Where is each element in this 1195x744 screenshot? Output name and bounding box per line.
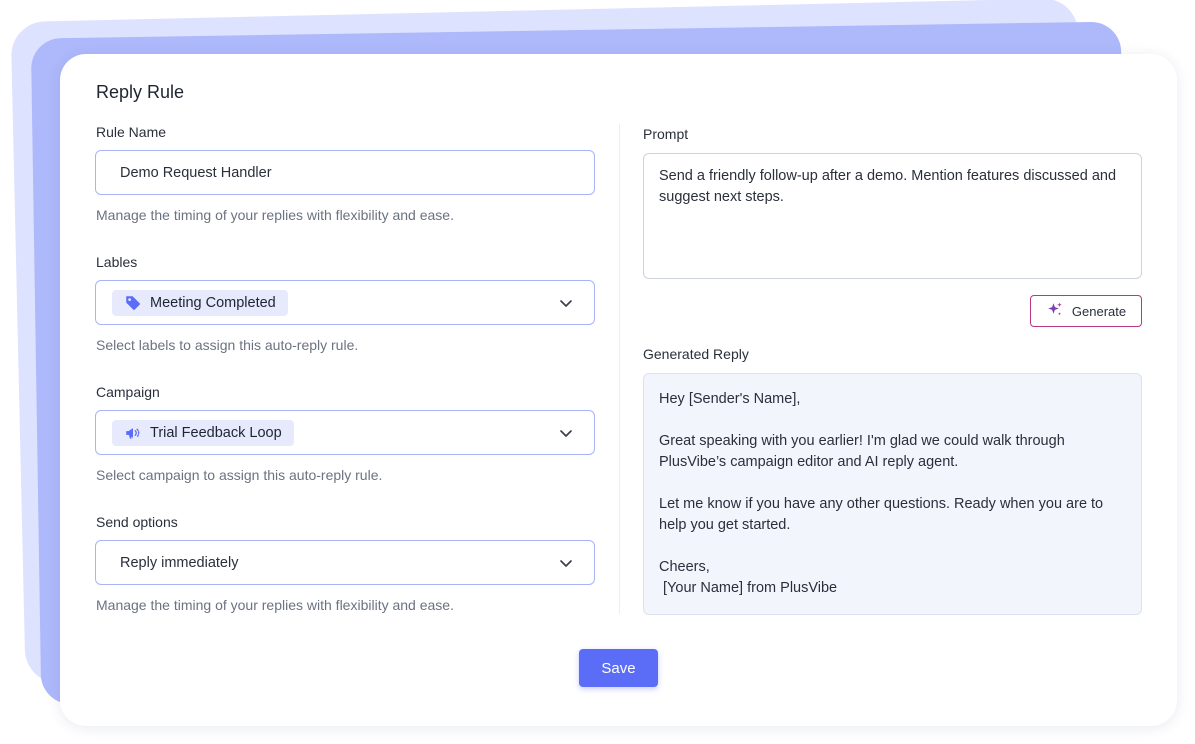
generate-button-label: Generate bbox=[1071, 303, 1127, 319]
rule-name-value: Demo Request Handler bbox=[120, 164, 272, 181]
labels-select[interactable]: Meeting Completed bbox=[95, 280, 595, 325]
column-divider bbox=[619, 124, 620, 614]
prompt-label: Prompt bbox=[643, 126, 689, 142]
chevron-down-icon[interactable] bbox=[558, 295, 574, 311]
reply-body-1: Great speaking with you earlier! I'm gla… bbox=[659, 433, 1065, 470]
page-title: Reply Rule bbox=[96, 82, 185, 102]
save-button[interactable]: Save bbox=[579, 649, 658, 687]
labels-label: Lables bbox=[96, 254, 138, 270]
send-options-select[interactable]: Reply immediately bbox=[95, 540, 595, 585]
campaign-helper: Select campaign to assign this auto-repl… bbox=[96, 467, 383, 483]
label-chip: Meeting Completed bbox=[112, 289, 288, 316]
reply-signoff: Cheers, bbox=[659, 559, 710, 575]
reply-signature: [Your Name] from PlusVibe bbox=[659, 580, 838, 596]
reply-greeting: Hey [Sender's Name], bbox=[659, 391, 801, 407]
prompt-textarea[interactable]: Send a friendly follow-up after a demo. … bbox=[643, 153, 1142, 279]
reply-rule-card: Reply Rule Rule Name Demo Request Handle… bbox=[60, 54, 1177, 726]
send-options-value: Reply immediately bbox=[120, 554, 239, 571]
chevron-down-icon[interactable] bbox=[558, 555, 574, 571]
labels-helper: Select labels to assign this auto-reply … bbox=[96, 337, 359, 353]
rule-name-input[interactable]: Demo Request Handler bbox=[95, 150, 595, 195]
campaign-label: Campaign bbox=[96, 384, 160, 400]
reply-body-2: Let me know if you have any other questi… bbox=[659, 496, 1104, 533]
generated-reply-label: Generated Reply bbox=[643, 346, 749, 362]
sparkle-icon bbox=[1046, 301, 1064, 322]
megaphone-icon bbox=[124, 424, 142, 442]
send-options-label: Send options bbox=[96, 514, 178, 530]
generate-button[interactable]: Generate bbox=[1030, 295, 1142, 327]
send-options-helper: Manage the timing of your replies with f… bbox=[96, 597, 454, 613]
campaign-chip-text: Trial Feedback Loop bbox=[150, 424, 282, 441]
campaign-select[interactable]: Trial Feedback Loop bbox=[95, 410, 595, 455]
campaign-chip: Trial Feedback Loop bbox=[112, 419, 294, 446]
rule-name-helper: Manage the timing of your replies with f… bbox=[96, 207, 454, 223]
chevron-down-icon[interactable] bbox=[558, 425, 574, 441]
label-chip-text: Meeting Completed bbox=[150, 294, 276, 311]
tag-icon bbox=[124, 294, 142, 312]
generated-reply-box[interactable]: Hey [Sender's Name], Great speaking with… bbox=[643, 373, 1142, 615]
rule-name-label: Rule Name bbox=[96, 124, 167, 140]
